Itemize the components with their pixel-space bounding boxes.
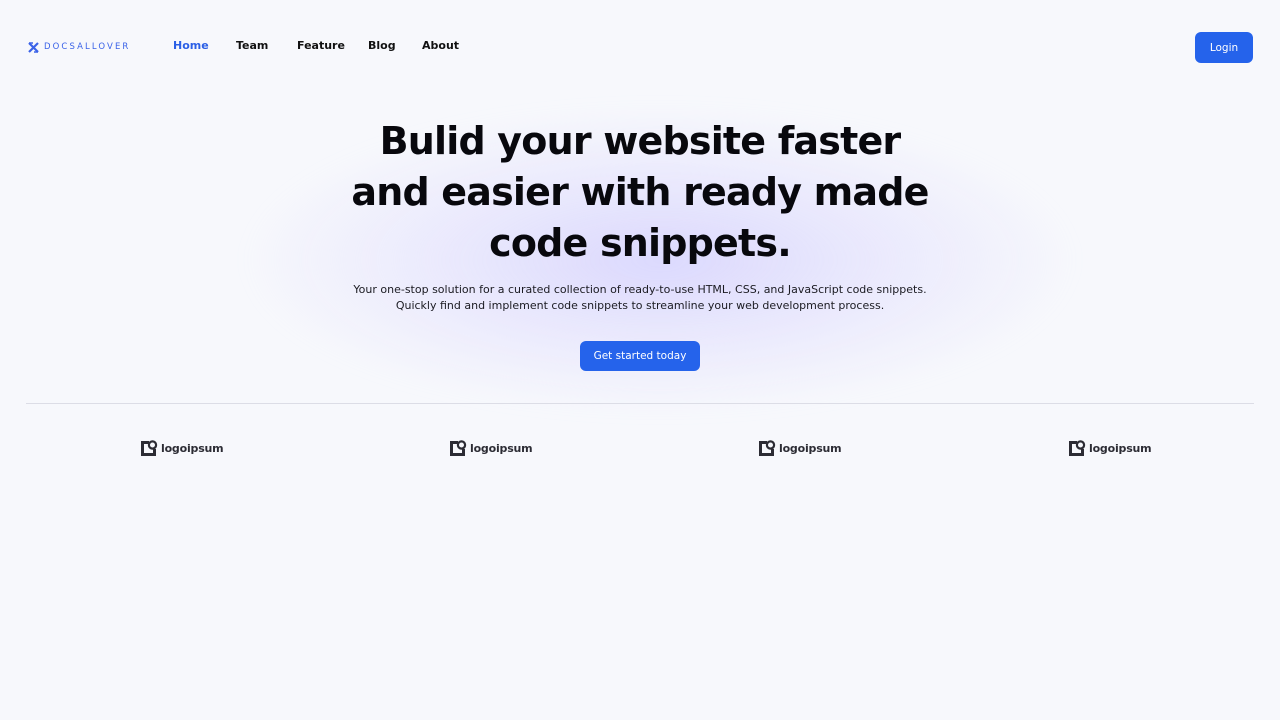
hero-title-line: Bulid your website faster <box>379 119 902 163</box>
partner-logo: logoipsum <box>1068 439 1152 457</box>
main-menu: Home Team Feature Blog About <box>173 38 462 54</box>
login-button[interactable]: Login <box>1195 32 1253 63</box>
brand-mark-icon <box>28 41 39 53</box>
partner-logo-text: logoipsum <box>779 441 842 455</box>
partner-logo: logoipsum <box>140 439 224 457</box>
partner-logo-text: logoipsum <box>1089 441 1152 455</box>
nav-item-home[interactable]: Home <box>173 38 236 54</box>
nav-item-about[interactable]: About <box>422 38 462 54</box>
partner-logo: logoipsum <box>758 439 842 457</box>
logoipsum-icon <box>450 439 467 456</box>
hero-title-line: code snippets. <box>489 221 792 265</box>
logoipsum-icon <box>759 439 776 456</box>
logoipsum-icon <box>141 439 158 456</box>
hero-subtitle: Your one-stop solution for a curated col… <box>290 282 990 314</box>
brand-name: DOCSALLOVER <box>44 42 131 52</box>
section-divider <box>26 403 1254 404</box>
partner-logo-text: logoipsum <box>161 441 224 455</box>
nav-item-team[interactable]: Team <box>236 38 297 54</box>
landing-page: DOCSALLOVER Home Team Feature Blog About… <box>0 0 1280 720</box>
hero-subtitle-line: Your one-stop solution for a curated col… <box>353 283 927 296</box>
nav-item-feature[interactable]: Feature <box>297 38 368 54</box>
get-started-button[interactable]: Get started today <box>580 341 700 371</box>
hero-subtitle-line: Quickly find and implement code snippets… <box>395 299 885 312</box>
logoipsum-icon <box>1069 439 1086 456</box>
hero-title-line: and easier with ready made <box>351 170 929 214</box>
partner-logo: logoipsum <box>449 439 533 457</box>
nav-item-blog[interactable]: Blog <box>368 38 422 54</box>
top-nav: DOCSALLOVER Home Team Feature Blog About… <box>0 0 1280 94</box>
brand-logo[interactable]: DOCSALLOVER <box>28 40 130 54</box>
hero-title: Bulid your website faster and easier wit… <box>290 116 990 269</box>
partner-logo-text: logoipsum <box>470 441 533 455</box>
